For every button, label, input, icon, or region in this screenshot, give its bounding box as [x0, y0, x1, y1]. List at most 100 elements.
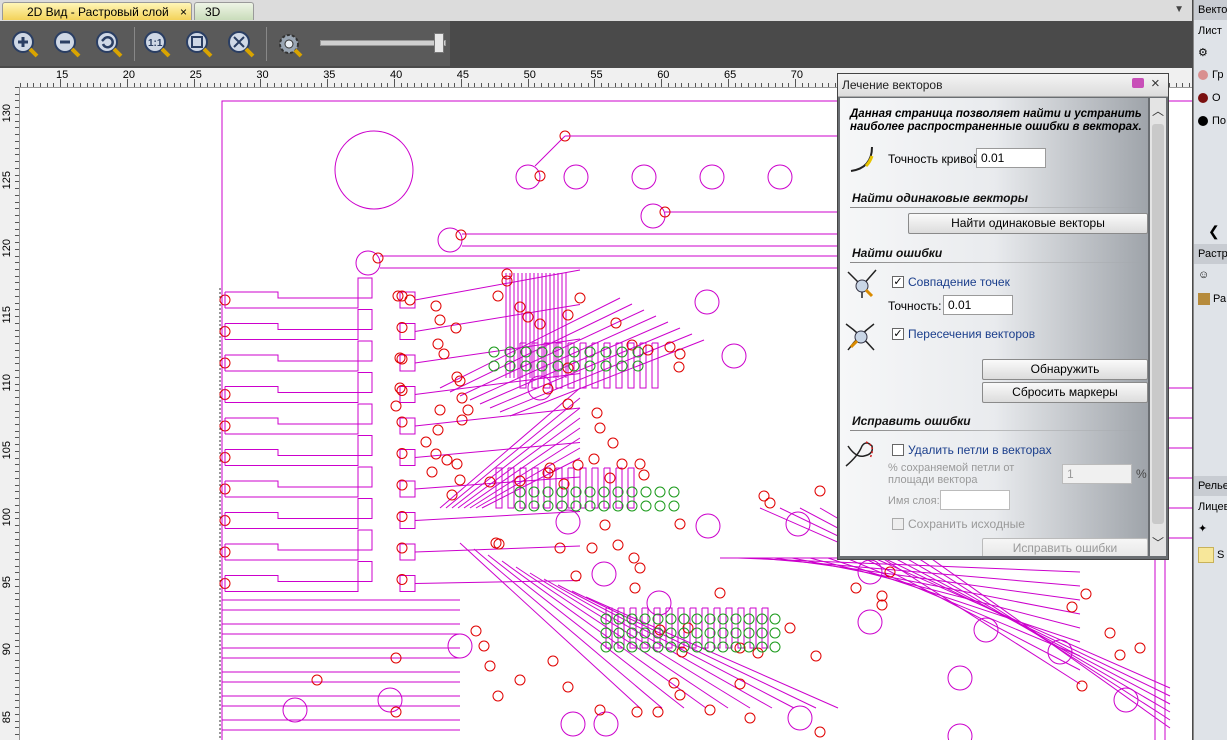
- v-ruler-tick: [15, 336, 19, 338]
- point-match-checkbox[interactable]: ✓: [892, 276, 904, 288]
- tab-3d-view[interactable]: 3D вид: [194, 2, 254, 37]
- v-ruler-tick: [15, 100, 19, 102]
- v-ruler-label: 130: [1, 104, 13, 123]
- section-divider: [850, 430, 1146, 431]
- h-ruler-tick: [454, 83, 456, 87]
- zoom-previous-icon[interactable]: [94, 29, 124, 59]
- dialog-scrollbar[interactable]: ︿ ﹀: [1150, 98, 1166, 556]
- keep-originals-checkbox[interactable]: [892, 518, 904, 530]
- v-ruler-tick: [15, 727, 19, 729]
- pcb-pad: [785, 511, 811, 537]
- h-ruler-label: 50: [523, 69, 536, 81]
- v-ruler-tick: [15, 673, 19, 675]
- tab-2d-view-label: 2D Вид - Растровый слой: [27, 5, 169, 19]
- collapse-arrow-icon[interactable]: ❮: [1208, 222, 1227, 240]
- layer-row-0[interactable]: Гр: [1198, 66, 1227, 84]
- raster-panel-header[interactable]: Растр: [1194, 244, 1227, 264]
- error-marker: [478, 640, 490, 652]
- h-ruler-tick: [788, 83, 790, 87]
- layer-row-1[interactable]: О: [1198, 89, 1227, 107]
- error-marker: [488, 360, 500, 372]
- layer-color-dot: [1198, 70, 1208, 81]
- layer-label: Гр: [1212, 69, 1224, 81]
- zoom-in-icon[interactable]: [10, 29, 40, 59]
- settings-gear-icon[interactable]: [274, 29, 304, 59]
- view-toolbar: 1:1: [0, 21, 450, 66]
- tab-2d-view[interactable]: 2D Вид - Растровый слой ×: [2, 2, 192, 20]
- relief-row[interactable]: Лицев: [1198, 498, 1227, 516]
- h-ruler-tick: [521, 83, 522, 87]
- h-ruler-tick: [554, 83, 556, 87]
- v-ruler-tick: [15, 612, 19, 614]
- h-ruler-tick: [768, 83, 770, 87]
- layer-row-2[interactable]: По: [1198, 112, 1227, 130]
- v-ruler-tick: [15, 289, 19, 291]
- error-marker: [432, 424, 444, 436]
- h-ruler-tick: [480, 83, 482, 87]
- raster-thumbnail-icon: [1198, 293, 1210, 306]
- detect-button[interactable]: Обнаружить: [982, 359, 1148, 380]
- zoom-1to1-icon[interactable]: 1:1: [142, 29, 172, 59]
- error-marker: [554, 542, 566, 554]
- v-ruler-tick: [15, 134, 19, 136]
- relief-tools-icon[interactable]: ✦: [1198, 520, 1227, 538]
- h-ruler-tick: [200, 83, 202, 87]
- curve-precision-label: Точность кривой: [888, 152, 980, 166]
- h-ruler-tick: [474, 83, 476, 87]
- panel-tools-icon[interactable]: ⚙: [1198, 44, 1227, 62]
- h-ruler-tick: [641, 83, 643, 87]
- h-ruler-tick: [774, 83, 776, 87]
- relief-panel-header[interactable]: Релье: [1194, 476, 1227, 496]
- find-duplicates-button[interactable]: Найти одинаковые векторы: [908, 213, 1148, 234]
- pcb-pad: [591, 561, 617, 587]
- h-ruler-tick: [66, 83, 68, 87]
- v-ruler-tick: [15, 531, 19, 533]
- dialog-titlebar[interactable]: Лечение векторов ×: [838, 74, 1168, 97]
- h-ruler-tick: [647, 83, 649, 87]
- precision-input[interactable]: 0.01: [943, 295, 1013, 315]
- close-icon[interactable]: ×: [1151, 75, 1160, 92]
- remove-loops-checkbox[interactable]: [892, 444, 904, 456]
- zoom-slider-thumb[interactable]: [434, 33, 445, 53]
- pcb-trace: [225, 435, 373, 466]
- relief-item-row[interactable]: S: [1198, 546, 1227, 564]
- raster-layer-row[interactable]: Ра: [1198, 290, 1227, 308]
- h-ruler-tick: [808, 83, 810, 87]
- zoom-out-icon[interactable]: [52, 29, 82, 59]
- fix-errors-button[interactable]: Исправить ошибки: [982, 538, 1148, 556]
- tab-menu-chevron-down-icon[interactable]: ▼: [1174, 4, 1184, 15]
- scrollbar-thumb[interactable]: [1152, 124, 1164, 524]
- pcb-trace: [414, 511, 581, 521]
- scroll-down-icon[interactable]: ﹀: [1152, 534, 1164, 551]
- zoom-extents-icon[interactable]: [226, 29, 256, 59]
- zoom-slider-track[interactable]: [320, 40, 446, 46]
- loop-percent-label: % сохраняемой петли от площади вектора: [888, 462, 1015, 486]
- loop-percent-input[interactable]: 1: [1062, 464, 1132, 484]
- h-ruler-label: 25: [189, 69, 202, 81]
- h-ruler-tick: [621, 83, 623, 87]
- h-ruler-tick: [280, 83, 282, 87]
- curve-precision-input[interactable]: 0.01: [976, 148, 1046, 168]
- pcb-trace: [399, 575, 416, 592]
- section-divider: [850, 207, 1146, 208]
- scroll-up-icon[interactable]: ︿: [1152, 102, 1164, 119]
- h-ruler-tick: [667, 83, 669, 87]
- h-ruler-tick: [333, 83, 335, 87]
- v-ruler-label: 95: [1, 575, 13, 589]
- close-icon[interactable]: ×: [180, 3, 187, 21]
- h-ruler-tick: [467, 83, 469, 87]
- reset-markers-button[interactable]: Сбросить маркеры: [982, 382, 1148, 403]
- error-marker: [1114, 649, 1126, 661]
- layer-name-input[interactable]: [940, 490, 1010, 510]
- v-ruler-tick: [15, 444, 19, 446]
- sheet-row[interactable]: Лист: [1198, 22, 1227, 40]
- v-ruler-tick: [15, 309, 19, 311]
- error-marker: [640, 486, 652, 498]
- zoom-fit-icon[interactable]: [184, 29, 214, 59]
- intersections-checkbox[interactable]: ✓: [892, 328, 904, 340]
- find-duplicates-header: Найти одинаковые векторы: [852, 191, 1029, 205]
- raster-tools-icon[interactable]: ☺: [1198, 266, 1227, 284]
- vectors-panel-header[interactable]: Векто: [1194, 0, 1227, 20]
- eraser-icon[interactable]: [1132, 78, 1144, 88]
- pcb-trace: [881, 557, 1081, 685]
